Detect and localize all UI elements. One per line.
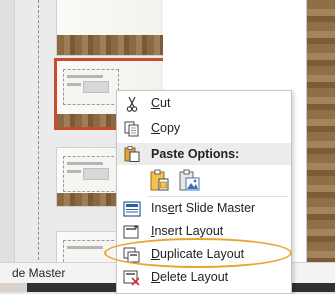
thumbnail-title-line [67, 162, 103, 165]
menu-item-label: Insert Slide Master [151, 201, 256, 215]
thumbnail-text-line [67, 83, 81, 86]
paste-destination-theme-button[interactable] [147, 168, 171, 192]
thumbnail-text-line [67, 170, 81, 173]
duplicate-layout-icon [123, 247, 141, 263]
paste-use-destination-theme-icon [150, 169, 169, 191]
menu-item-insert-slide-master[interactable]: Insert Slide Master [117, 198, 291, 220]
thumbnail-wood-texture [57, 35, 167, 55]
layout-thumbnail[interactable] [56, 0, 168, 56]
paste-options-label: Paste Options: [151, 147, 240, 161]
menu-item-copy[interactable]: Copy [117, 118, 291, 140]
menu-separator [147, 196, 289, 197]
slide-wood-texture [307, 0, 335, 265]
thumbnail-title-line [67, 246, 103, 249]
thumbnail-placeholder [83, 81, 109, 93]
paste-icon [123, 146, 141, 162]
paste-picture-icon [179, 169, 200, 191]
insert-slide-master-icon [123, 201, 141, 217]
thumbnail-title-line [67, 75, 103, 78]
context-menu: Cut Copy Paste Options: Insert Slide Mas… [116, 90, 292, 294]
menu-item-label: Copy [151, 121, 181, 135]
paste-picture-button[interactable] [177, 168, 201, 192]
pane-scrollbar[interactable] [0, 0, 15, 265]
hierarchy-guide-line [38, 0, 39, 265]
copy-icon [123, 121, 141, 137]
menu-item-label: Delete Layout [151, 270, 229, 284]
view-mode-label: de Master [12, 266, 66, 280]
menu-item-insert-layout[interactable]: Insert Layout [117, 221, 291, 243]
scissors-icon [123, 96, 141, 112]
menu-item-duplicate-layout[interactable]: Duplicate Layout [117, 244, 291, 266]
menu-item-label: Insert Layout [151, 224, 224, 238]
menu-item-label: Cut [151, 96, 171, 110]
menu-item-delete-layout[interactable]: Delete Layout [117, 267, 291, 289]
menu-item-cut[interactable]: Cut [117, 93, 291, 115]
paste-options-header: Paste Options: [117, 143, 291, 165]
thumbnail-placeholder [83, 168, 109, 180]
insert-layout-icon [123, 224, 141, 240]
menu-item-label: Duplicate Layout [151, 247, 245, 261]
delete-layout-icon [123, 270, 141, 286]
